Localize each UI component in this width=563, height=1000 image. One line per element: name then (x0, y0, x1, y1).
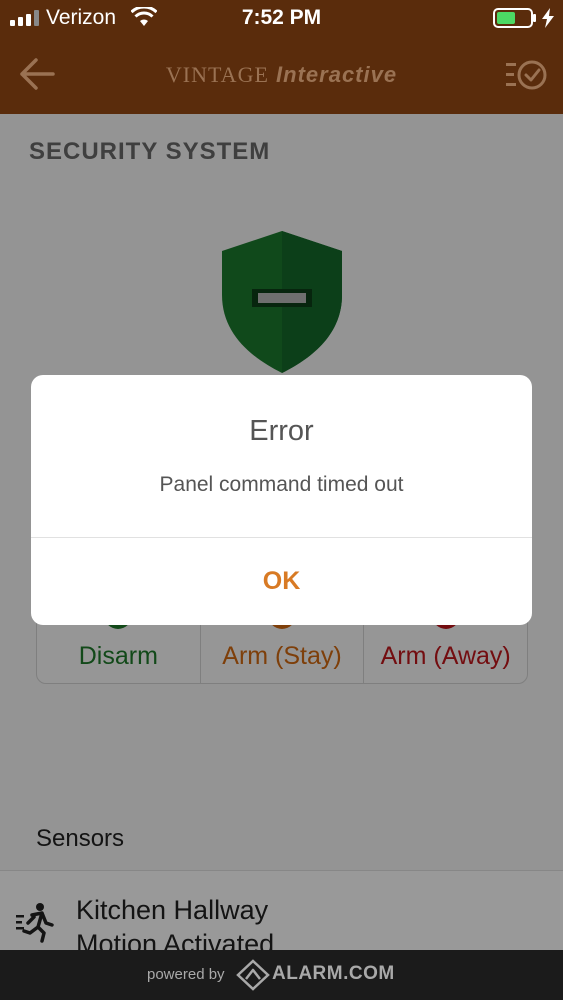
battery-icon (493, 8, 536, 28)
checklist-icon[interactable] (506, 58, 548, 92)
clock: 7:52 PM (241, 6, 322, 29)
alarm-com-logo-text: ALARM.COM (272, 963, 395, 984)
status-bar: Verizon 7:52 PM (0, 0, 563, 36)
error-dialog: Error Panel command timed out OK (31, 375, 532, 625)
alarm-com-logo-icon (236, 959, 270, 991)
brand-name: VINTAGE (165, 62, 269, 87)
footer-bar: powered by ALARM.COM (0, 950, 563, 1000)
brand-logo: VINTAGE Interactive (0, 62, 563, 88)
charging-bolt-icon (542, 8, 554, 28)
powered-by-label: powered by (147, 966, 225, 983)
ok-button[interactable]: OK (31, 538, 532, 625)
dialog-message: Panel command timed out (159, 473, 404, 496)
dialog-title: Error (249, 415, 314, 447)
nav-bar: VINTAGE Interactive (0, 36, 563, 114)
brand-subtitle: Interactive (276, 62, 398, 87)
